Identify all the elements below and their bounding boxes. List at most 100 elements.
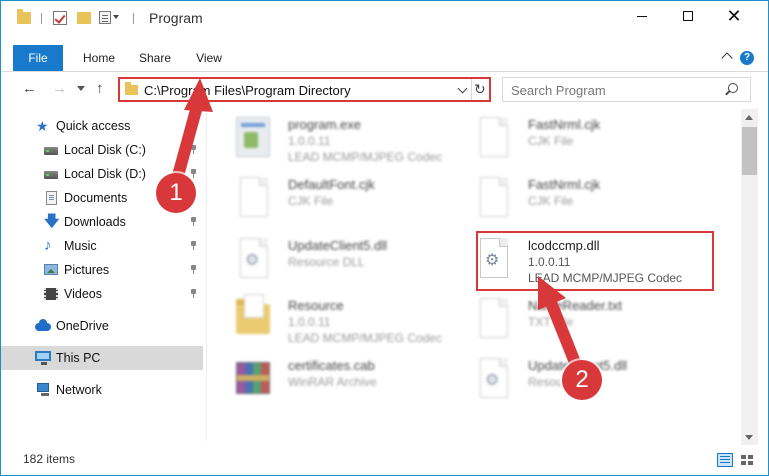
exe-icon bbox=[236, 117, 270, 157]
ribbon-tabs: File Home Share View ? bbox=[1, 45, 768, 72]
toolbar-divider bbox=[133, 13, 134, 24]
scroll-up-icon[interactable] bbox=[745, 115, 753, 120]
pin-icon[interactable] bbox=[190, 265, 197, 274]
nav-item-label: OneDrive bbox=[56, 319, 109, 333]
step-badge-1: 1 bbox=[156, 173, 196, 213]
close-button[interactable]: ✕ bbox=[711, 1, 757, 31]
maximize-button[interactable] bbox=[665, 1, 711, 31]
large-icons-view-icon[interactable] bbox=[739, 453, 755, 467]
file-detail: Resource DLL bbox=[288, 255, 365, 269]
file-detail: 1.0.0.11 bbox=[288, 315, 331, 329]
file-item[interactable]: certificates.cab WinRAR Archive bbox=[216, 352, 446, 408]
nav-item-label: Videos bbox=[64, 287, 102, 301]
computer-icon bbox=[35, 351, 51, 365]
tab-file[interactable]: File bbox=[13, 45, 63, 71]
nav-item-videos[interactable]: Videos bbox=[1, 282, 203, 306]
drive-icon bbox=[44, 147, 58, 155]
pane-divider bbox=[206, 109, 207, 441]
file-name: program.exe bbox=[288, 117, 361, 132]
file-item[interactable]: program.exe 1.0.0.11 LEAD MCMP/MJPEG Cod… bbox=[216, 111, 446, 167]
file-name: Resource bbox=[288, 298, 344, 313]
download-icon: 🡇 bbox=[44, 213, 60, 230]
file-detail: TXT File bbox=[528, 315, 574, 329]
nav-item-quick-access[interactable]: ★ Quick access bbox=[1, 114, 203, 138]
nav-item-label: This PC bbox=[56, 351, 101, 365]
pin-icon[interactable] bbox=[190, 217, 197, 226]
refresh-icon[interactable]: ↻ bbox=[474, 81, 486, 98]
file-item[interactable]: FastNrml.cjk CJK File bbox=[456, 171, 686, 227]
nav-item-label: Pictures bbox=[64, 263, 110, 277]
videos-icon bbox=[44, 288, 58, 300]
nav-item-label: Quick access bbox=[56, 119, 131, 133]
address-bar[interactable]: C:\Program Files\Program Directory ↻ bbox=[118, 77, 491, 102]
pin-icon[interactable] bbox=[190, 169, 197, 178]
recent-locations-icon[interactable] bbox=[77, 86, 85, 91]
maximize-icon bbox=[683, 11, 693, 21]
address-divider bbox=[471, 79, 472, 100]
properties-check-icon[interactable] bbox=[53, 11, 67, 25]
new-folder-icon[interactable] bbox=[77, 12, 91, 24]
forward-arrow-icon[interactable]: → bbox=[52, 80, 67, 97]
nav-item-music[interactable]: ♪ Music bbox=[1, 234, 203, 258]
item-count: 182 items bbox=[23, 452, 76, 466]
file-list: program.exe 1.0.0.11 LEAD MCMP/MJPEG Cod… bbox=[208, 109, 739, 441]
search-input[interactable] bbox=[511, 81, 721, 99]
star-icon: ★ bbox=[36, 118, 49, 134]
chevron-down-icon[interactable] bbox=[457, 83, 468, 94]
nav-item-network[interactable]: Network bbox=[1, 378, 203, 402]
minimize-button[interactable] bbox=[619, 1, 665, 31]
customize-toolbar-dropdown-icon[interactable] bbox=[113, 15, 119, 19]
file-detail: CJK File bbox=[528, 134, 574, 148]
file-item[interactable]: NameReader.txt TXT File bbox=[456, 292, 686, 348]
dll-icon bbox=[480, 358, 508, 398]
nav-item-this-pc[interactable]: This PC bbox=[1, 346, 203, 370]
close-icon: ✕ bbox=[726, 6, 742, 26]
tab-view[interactable]: View bbox=[191, 45, 227, 71]
scroll-down-icon[interactable] bbox=[745, 435, 753, 440]
file-icon bbox=[480, 117, 508, 157]
dll-icon bbox=[240, 238, 268, 278]
file-item[interactable]: Resource 1.0.0.11 LEAD MCMP/MJPEG Codec bbox=[216, 292, 446, 348]
archive-icon bbox=[236, 362, 270, 394]
rename-icon[interactable] bbox=[99, 11, 111, 24]
pin-icon[interactable] bbox=[190, 289, 197, 298]
toolbar-divider bbox=[41, 13, 42, 24]
nav-item-onedrive[interactable]: OneDrive bbox=[1, 314, 203, 338]
file-name: FastNrml.cjk bbox=[528, 117, 601, 132]
pin-icon[interactable] bbox=[190, 145, 197, 154]
window-title: Program bbox=[149, 10, 203, 26]
file-description: LEAD MCMP/MJPEG Codec bbox=[288, 331, 443, 345]
expand-ribbon-icon[interactable] bbox=[721, 52, 733, 64]
navigation-bar: ← → ↑ C:\Program Files\Program Directory… bbox=[1, 72, 768, 106]
nav-item-downloads[interactable]: 🡇 Downloads bbox=[1, 210, 203, 234]
search-icon[interactable] bbox=[728, 83, 738, 93]
minimize-icon bbox=[637, 15, 647, 17]
vertical-scrollbar[interactable] bbox=[741, 109, 758, 445]
tab-home[interactable]: Home bbox=[77, 45, 121, 71]
file-detail: WinRAR Archive bbox=[288, 375, 377, 389]
step-badge-2: 2 bbox=[562, 360, 602, 400]
folder-icon bbox=[17, 9, 31, 24]
scroll-thumb[interactable] bbox=[742, 127, 757, 175]
explorer-window: Program ✕ File Home Share View ? ← → ↑ C… bbox=[0, 0, 769, 476]
file-item[interactable]: FastNrml.cjk CJK File bbox=[456, 111, 686, 167]
back-arrow-icon[interactable]: ← bbox=[22, 80, 37, 97]
pin-icon[interactable] bbox=[190, 241, 197, 250]
file-name: UpdateClient5.dll bbox=[288, 238, 388, 253]
nav-item-local-disk-c[interactable]: Local Disk (C:) bbox=[1, 138, 203, 162]
nav-item-pictures[interactable]: Pictures bbox=[1, 258, 203, 282]
status-bar: 182 items bbox=[1, 447, 768, 475]
search-box[interactable] bbox=[502, 77, 751, 102]
help-icon[interactable]: ? bbox=[740, 51, 754, 65]
file-icon bbox=[480, 298, 508, 338]
music-icon: ♪ bbox=[44, 237, 52, 254]
highlight-box bbox=[476, 231, 714, 291]
details-view-icon[interactable] bbox=[717, 453, 733, 467]
up-arrow-icon[interactable]: ↑ bbox=[96, 80, 104, 97]
drive-icon bbox=[44, 171, 58, 179]
tab-share[interactable]: Share bbox=[135, 45, 175, 71]
address-path[interactable]: C:\Program Files\Program Directory bbox=[144, 83, 351, 98]
file-item[interactable]: UpdateClient5.dll Resource DLL bbox=[216, 232, 446, 288]
title-bar: Program ✕ bbox=[1, 1, 768, 35]
file-item[interactable]: DefaultFont.cjk CJK File bbox=[216, 171, 446, 227]
